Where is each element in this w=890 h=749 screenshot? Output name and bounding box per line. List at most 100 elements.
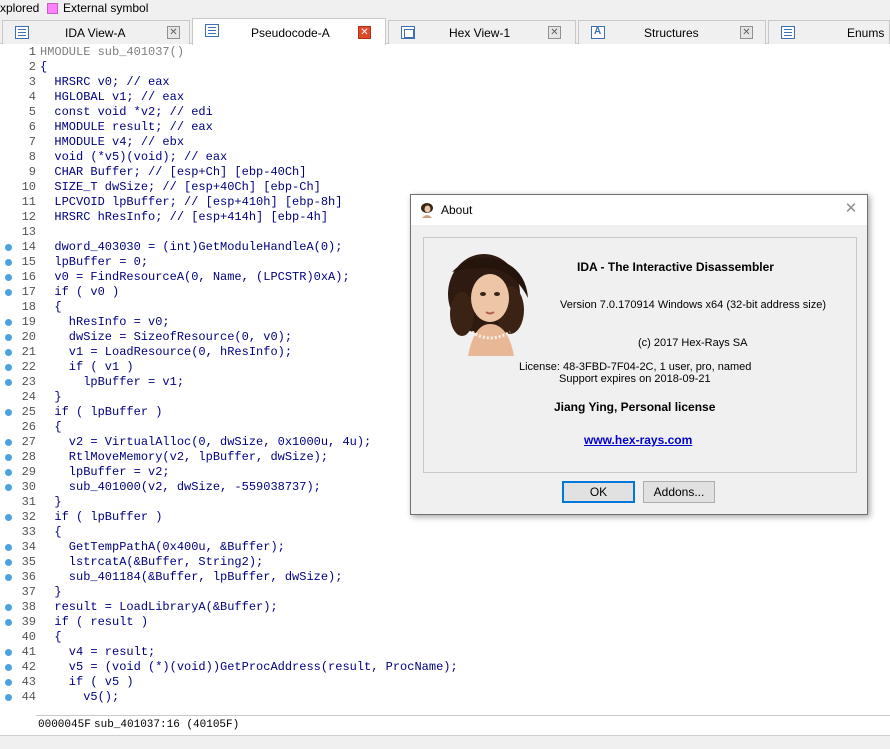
code-line[interactable]: 40 { [0, 630, 890, 645]
legend-bar: xplored External symbol [0, 0, 890, 17]
breakpoint-marker-icon[interactable] [5, 679, 12, 686]
line-number: 5 [28, 105, 36, 119]
tab-ida-view-a[interactable]: IDA View-A ✕ [2, 20, 190, 44]
breakpoint-marker-icon[interactable] [5, 379, 12, 386]
close-icon[interactable]: ✕ [843, 201, 859, 217]
code-text: v4 = result; [40, 645, 156, 659]
ok-button[interactable]: OK [562, 481, 635, 503]
tab-label: Hex View-1 [449, 26, 511, 40]
breakpoint-marker-icon[interactable] [5, 259, 12, 266]
line-number: 40 [21, 630, 36, 644]
code-line[interactable]: 1 HMODULE sub_401037() [0, 45, 890, 60]
legend-label-external-symbol: External symbol [63, 1, 149, 15]
breakpoint-marker-icon[interactable] [5, 244, 12, 251]
breakpoint-marker-icon[interactable] [5, 559, 12, 566]
code-line[interactable]: 41 v4 = result; [0, 645, 890, 660]
product-name: IDA - The Interactive Disassembler [577, 260, 774, 274]
line-number: 41 [21, 645, 36, 659]
breakpoint-marker-icon[interactable] [5, 364, 12, 371]
structures-icon [591, 26, 605, 39]
close-icon[interactable]: ✕ [548, 26, 561, 39]
line-number: 14 [21, 240, 36, 254]
code-line[interactable]: 5 const void *v2; // edi [0, 105, 890, 120]
close-icon[interactable]: ✕ [167, 26, 180, 39]
code-text: HMODULE result; // eax [40, 120, 213, 134]
breakpoint-marker-icon[interactable] [5, 409, 12, 416]
breakpoint-marker-icon[interactable] [5, 274, 12, 281]
code-text: HMODULE sub_401037() [40, 45, 185, 59]
code-text: { [40, 525, 62, 539]
code-text: RtlMoveMemory(v2, lpBuffer, dwSize); [40, 450, 329, 464]
code-text: { [40, 60, 48, 74]
code-line[interactable]: 10 SIZE_T dwSize; // [esp+40Ch] [ebp-Ch] [0, 180, 890, 195]
breakpoint-marker-icon[interactable] [5, 544, 12, 551]
code-line[interactable]: 7 HMODULE v4; // ebx [0, 135, 890, 150]
breakpoint-marker-icon[interactable] [5, 664, 12, 671]
line-number: 6 [28, 120, 36, 134]
tab-structures[interactable]: Structures ✕ [578, 20, 766, 44]
code-text: SIZE_T dwSize; // [esp+40Ch] [ebp-Ch] [40, 180, 321, 194]
code-line[interactable]: 42 v5 = (void (*)(void))GetProcAddress(r… [0, 660, 890, 675]
addons-button[interactable]: Addons... [643, 481, 715, 503]
breakpoint-marker-icon[interactable] [5, 454, 12, 461]
code-text: v5 = (void (*)(void))GetProcAddress(resu… [40, 660, 458, 674]
code-line[interactable]: 35 lstrcatA(&Buffer, String2); [0, 555, 890, 570]
breakpoint-marker-icon[interactable] [5, 604, 12, 611]
code-text: } [40, 495, 62, 509]
disassembly-icon [15, 26, 29, 39]
breakpoint-marker-icon[interactable] [5, 649, 12, 656]
close-icon[interactable]: ✕ [740, 26, 753, 39]
code-text: sub_401184(&Buffer, lpBuffer, dwSize); [40, 570, 343, 584]
hex-rays-link[interactable]: www.hex-rays.com [584, 433, 692, 447]
code-line[interactable]: 8 void (*v5)(void); // eax [0, 150, 890, 165]
breakpoint-marker-icon[interactable] [5, 484, 12, 491]
enums-icon [781, 26, 795, 39]
breakpoint-marker-icon[interactable] [5, 514, 12, 521]
breakpoint-marker-icon[interactable] [5, 319, 12, 326]
code-line[interactable]: 39 if ( result ) [0, 615, 890, 630]
line-number: 1 [28, 45, 36, 59]
breakpoint-marker-icon[interactable] [5, 334, 12, 341]
line-number: 2 [28, 60, 36, 74]
code-line[interactable]: 36 sub_401184(&Buffer, lpBuffer, dwSize)… [0, 570, 890, 585]
portrait-image [444, 252, 534, 356]
tab-label: Structures [644, 26, 699, 40]
line-number: 13 [21, 225, 36, 239]
line-number: 38 [21, 600, 36, 614]
breakpoint-marker-icon[interactable] [5, 694, 12, 701]
code-line[interactable]: 2{ [0, 60, 890, 75]
code-line[interactable]: 34 GetTempPathA(0x400u, &Buffer); [0, 540, 890, 555]
code-line[interactable]: 44 v5(); [0, 690, 890, 705]
line-number: 15 [21, 255, 36, 269]
support-text: Support expires on 2018-09-21 [559, 373, 711, 385]
code-line[interactable]: 43 if ( v5 ) [0, 675, 890, 690]
code-line[interactable]: 3 HRSRC v0; // eax [0, 75, 890, 90]
code-line[interactable]: 37 } [0, 585, 890, 600]
breakpoint-marker-icon[interactable] [5, 349, 12, 356]
breakpoint-marker-icon[interactable] [5, 574, 12, 581]
code-text: lpBuffer = v2; [40, 465, 170, 479]
line-number: 8 [28, 150, 36, 164]
code-text: dwSize = SizeofResource(0, v0); [40, 330, 293, 344]
breakpoint-marker-icon[interactable] [5, 439, 12, 446]
code-text: { [40, 420, 62, 434]
line-number: 4 [28, 90, 36, 104]
code-line[interactable]: 4 HGLOBAL v1; // eax [0, 90, 890, 105]
line-number: 42 [21, 660, 36, 674]
code-line[interactable]: 33 { [0, 525, 890, 540]
code-line[interactable]: 9 CHAR Buffer; // [esp+Ch] [ebp-40Ch] [0, 165, 890, 180]
tab-enums[interactable]: Enums [768, 20, 890, 44]
breakpoint-marker-icon[interactable] [5, 619, 12, 626]
tab-pseudocode-a[interactable]: Pseudocode-A ✕ [192, 18, 386, 45]
code-text: dword_403030 = (int)GetModuleHandleA(0); [40, 240, 343, 254]
code-text: lpBuffer = v1; [40, 375, 185, 389]
legend-label-explored: xplored [0, 1, 40, 15]
breakpoint-marker-icon[interactable] [5, 289, 12, 296]
line-number: 9 [28, 165, 36, 179]
close-icon[interactable]: ✕ [358, 26, 371, 39]
code-line[interactable]: 6 HMODULE result; // eax [0, 120, 890, 135]
tab-hex-view-1[interactable]: Hex View-1 ✕ [388, 20, 576, 44]
code-line[interactable]: 38 result = LoadLibraryA(&Buffer); [0, 600, 890, 615]
ida-portrait-icon [419, 202, 435, 218]
breakpoint-marker-icon[interactable] [5, 469, 12, 476]
